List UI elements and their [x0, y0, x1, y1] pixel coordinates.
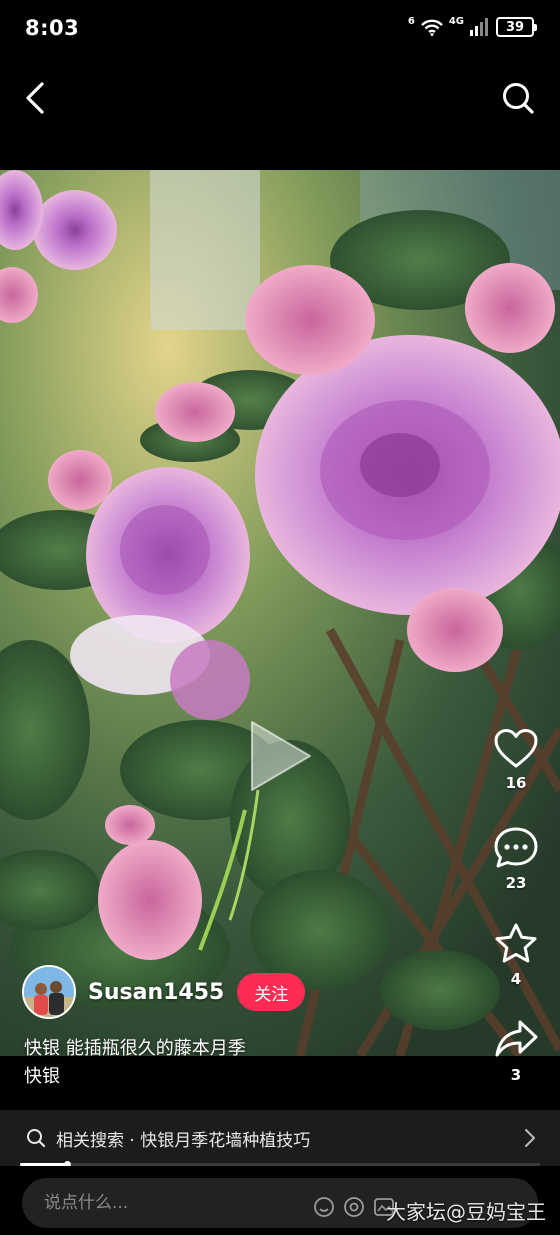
image-icon	[374, 1198, 394, 1216]
search-icon[interactable]	[500, 80, 536, 116]
related-search-text: 相关搜索 · 快银月季花墙种植技巧	[56, 1130, 311, 1151]
chevron-right-icon	[525, 1129, 535, 1147]
star-icon	[495, 923, 537, 963]
heart-icon	[494, 729, 538, 768]
chevron-left-icon[interactable]	[18, 78, 52, 118]
battery-icon: 39	[496, 17, 537, 37]
avatar[interactable]	[22, 965, 76, 1019]
caption-line-2: 快银	[24, 1066, 60, 1087]
status-time: 8:03	[25, 16, 80, 40]
comment-input[interactable]	[22, 1178, 538, 1228]
like-count: 16	[505, 774, 527, 792]
comment-count: 23	[505, 874, 527, 892]
wifi-badge: 6	[407, 15, 415, 27]
share-button[interactable]: 3	[488, 1018, 544, 1084]
caption[interactable]: 快银 能插瓶很久的藤本月季 快银	[24, 1035, 484, 1091]
search-icon	[27, 1129, 46, 1148]
play-icon[interactable]	[244, 716, 316, 796]
favorite-count: 4	[510, 970, 522, 988]
related-search-bar[interactable]: 相关搜索 · 快银月季花墙种植技巧	[0, 1110, 560, 1166]
author-row: Susan1455 关注	[22, 964, 306, 1020]
share-count: 3	[510, 1066, 522, 1084]
comment-icon	[494, 827, 538, 868]
avatar-image	[24, 967, 74, 1017]
watermark-icons	[313, 1196, 395, 1218]
emoji-icon	[314, 1197, 334, 1217]
status-bar: 8:03 6 4G 39	[0, 0, 560, 58]
share-icon	[495, 1020, 538, 1057]
top-bar	[0, 58, 560, 170]
network-type: 4G	[448, 15, 464, 27]
status-icons: 6 4G 39	[407, 15, 537, 37]
wifi-icon	[420, 19, 443, 36]
video-player[interactable]	[0, 170, 560, 1056]
at-icon	[344, 1197, 364, 1217]
favorite-button[interactable]: 4	[488, 922, 544, 988]
follow-button[interactable]: 关注	[237, 973, 306, 1011]
like-button[interactable]: 16	[488, 728, 544, 792]
rose-photo	[0, 170, 560, 1056]
signal-icon	[470, 18, 488, 36]
author-name[interactable]: Susan1455	[88, 980, 224, 1005]
caption-line-1: 快银 能插瓶很久的藤本月季	[24, 1038, 246, 1059]
comment-button[interactable]: 23	[488, 826, 544, 892]
comment-area: 大家坛@豆妈宝王	[0, 1166, 560, 1235]
